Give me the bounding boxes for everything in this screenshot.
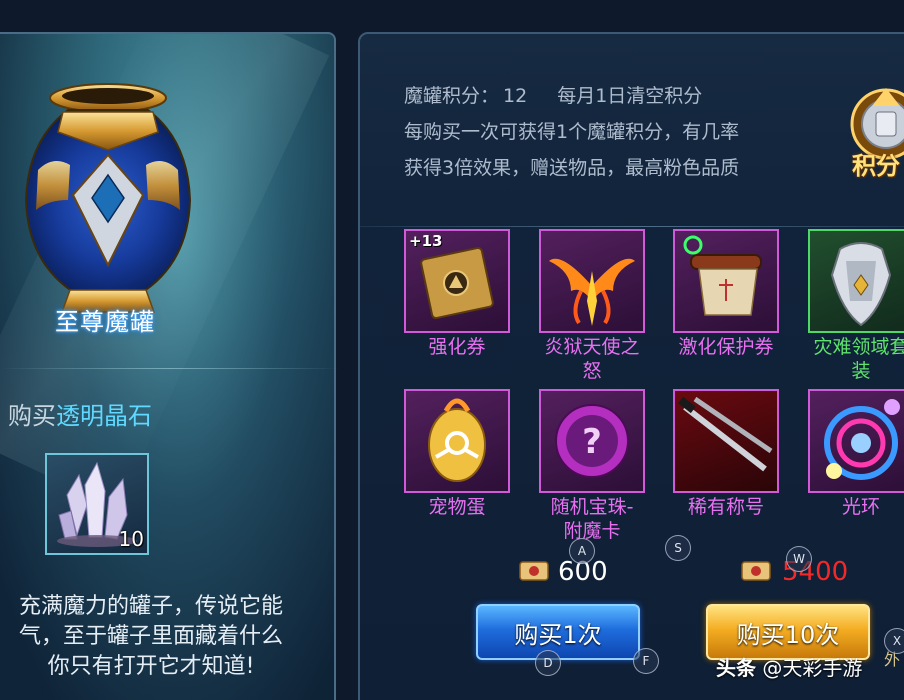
reward-item-name-line: 附魔卡 (563, 520, 621, 542)
reset-note: 每月1日清空积分 (557, 85, 703, 107)
points-rule-line: 每购买一次可获得1个魔罐积分，有几率 (404, 121, 740, 143)
crystal-item-slot[interactable]: 10 (45, 453, 149, 555)
scroll-currency-icon (741, 561, 771, 581)
reward-item-slot[interactable]: +13 (404, 229, 510, 333)
egg-icon (428, 398, 486, 482)
points-line: 魔罐积分： 12 每月1日清空积分 (404, 78, 824, 114)
reward-item-name-line: 稀有称号 (687, 496, 764, 518)
points-value: 12 (503, 85, 528, 107)
points-badge-label: 积分 (852, 152, 900, 180)
jar-desc-line: 气，至于罐子里面藏着什么 (18, 624, 283, 649)
reward-item-name-line: 激化保护券 (678, 336, 774, 358)
reward-item[interactable]: 稀有称号 (673, 389, 779, 519)
reward-item[interactable]: 宠物蛋 (404, 389, 510, 519)
reward-item-name: 强化券 (404, 335, 510, 359)
key-hint-w: W (786, 546, 812, 572)
reward-item[interactable]: 灾难领域套装 (808, 229, 904, 383)
armor-icon (830, 242, 892, 327)
reward-item-slot[interactable] (808, 389, 904, 493)
crystal-count: 10 (118, 527, 144, 551)
orb-icon: ? (555, 404, 629, 478)
reward-item-slot[interactable]: ? (539, 389, 645, 493)
reward-item-slot[interactable] (404, 389, 510, 493)
jar-description: 充满魔力的罐子，传说它能 气，至于罐子里面藏着什么 你只有打开它才知道! (0, 592, 306, 682)
halo-icon (824, 399, 900, 480)
points-rule-line: 获得3倍效果，赠送物品，最高粉色品质 (404, 157, 740, 179)
scroll-icon (683, 235, 762, 316)
fire-wings-icon (549, 258, 635, 326)
key-hint-a: A (569, 538, 595, 564)
buy-heading: 购买透明晶石 (8, 396, 152, 431)
watermark-brand: 头条 (716, 656, 756, 680)
reward-item-name-line: 炎狱天使之 (544, 336, 640, 358)
reward-item-slot[interactable] (673, 389, 779, 493)
reward-item-name: 灾难领域套装 (808, 335, 904, 383)
enhance-level-badge: +13 (409, 232, 443, 250)
reward-item[interactable]: ? 随机宝珠- 附魔卡 (539, 389, 645, 543)
reward-item[interactable]: +13 强化券 (404, 229, 510, 359)
reward-item-name: 激化保护券 (673, 335, 779, 359)
reward-item-name-line: 灾难领域套 (813, 336, 904, 358)
reward-item-name: 光环 (808, 495, 904, 519)
info-divider (360, 226, 904, 227)
key-hint-x: X (884, 628, 904, 654)
jar-title: 至尊魔罐 (55, 308, 155, 336)
watermark: 头条 @天彩手游 (716, 652, 862, 681)
reward-item-name-line: 强化券 (428, 336, 486, 358)
swords-icon (678, 396, 773, 472)
reward-item[interactable]: 激化保护券 (673, 229, 779, 359)
watermark-author: @天彩手游 (762, 656, 863, 680)
scroll-currency-icon (519, 561, 549, 581)
reward-item-name: 随机宝珠- 附魔卡 (539, 495, 645, 543)
reward-item-name-line: 随机宝珠- (550, 496, 634, 518)
reward-item-name-line: 宠物蛋 (428, 496, 486, 518)
reward-item-name-line: 怒 (582, 360, 602, 382)
reward-item-name: 炎狱天使之怒 (539, 335, 645, 383)
points-info: 魔罐积分： 12 每月1日清空积分 每购买一次可获得1个魔罐积分，有几率 获得3倍效… (404, 78, 824, 186)
key-hint-f: F (633, 648, 659, 674)
panel-divider (0, 368, 340, 369)
reward-item[interactable]: 炎狱天使之怒 (539, 229, 645, 383)
reward-item-slot[interactable] (808, 229, 904, 333)
buy-heading-prefix: 购买 (8, 402, 56, 430)
buy-once-button[interactable]: 购买1次 (476, 604, 640, 660)
reward-item-slot[interactable] (539, 229, 645, 333)
buy-heading-item: 透明晶石 (56, 402, 152, 430)
svg-text:?: ? (582, 422, 602, 462)
reward-item-slot[interactable] (673, 229, 779, 333)
reward-item-name-line: 装 (851, 360, 871, 382)
reward-item-name: 稀有称号 (673, 495, 779, 519)
jar-desc-line: 你只有打开它才知道! (47, 654, 255, 679)
points-label: 魔罐积分： (404, 85, 500, 107)
reward-item[interactable]: 光环 (808, 389, 904, 519)
reward-item-name-line: 光环 (841, 496, 880, 518)
reward-item-name: 宠物蛋 (404, 495, 510, 519)
jar-desc-line: 充满魔力的罐子，传说它能 (18, 594, 283, 619)
key-hint-d: D (535, 650, 561, 676)
key-hint-s: S (665, 535, 691, 561)
magic-jar-icon (24, 83, 192, 313)
